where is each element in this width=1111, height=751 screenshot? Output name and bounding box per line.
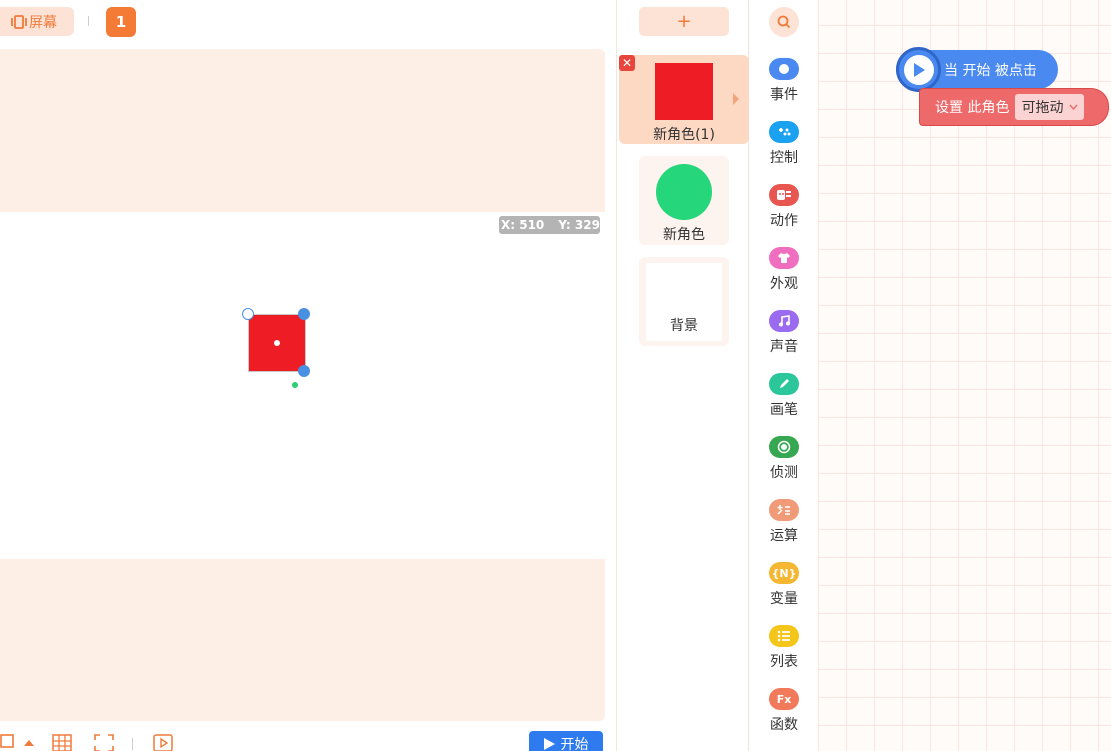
- stage-sprite-red-square[interactable]: [248, 314, 306, 372]
- category-looks[interactable]: 外观: [750, 247, 818, 297]
- category-label: 画笔: [770, 402, 798, 418]
- fullscreen-icon[interactable]: [94, 734, 114, 751]
- divider: [132, 738, 134, 750]
- category-control[interactable]: 控制: [750, 121, 818, 171]
- stage-topbar: 屏幕 1: [0, 0, 616, 44]
- divider: [88, 16, 89, 26]
- category-motion[interactable]: 动作: [750, 184, 818, 234]
- shrink-stage-icon[interactable]: [0, 734, 14, 748]
- category-label: 侦测: [770, 465, 798, 481]
- screen-icon: [11, 14, 27, 29]
- play-preview-icon[interactable]: [153, 734, 173, 751]
- sprite-card-label: 新角色: [663, 227, 705, 243]
- coord-y: Y: 329: [558, 218, 600, 232]
- category-functions[interactable]: Fx 函数: [750, 688, 818, 738]
- category-label: 运算: [770, 528, 798, 544]
- set-block-label: 设置 此角色: [935, 100, 1010, 116]
- start-label: 开始: [560, 737, 589, 751]
- operators-icon: [769, 499, 799, 521]
- target-icon: [769, 436, 799, 458]
- set-sprite-draggable-block[interactable]: 设置 此角色 可拖动: [919, 88, 1109, 126]
- category-label: 外观: [770, 276, 798, 292]
- sprite-list-panel: + 新角色(1) ✕ 新角色 背景: [616, 0, 749, 751]
- category-pen[interactable]: 画笔: [750, 373, 818, 423]
- robot-icon: [769, 184, 799, 206]
- play-icon: [543, 738, 555, 750]
- sprite-options-handle[interactable]: [242, 308, 254, 320]
- delete-sprite-icon[interactable]: ✕: [619, 55, 635, 71]
- search-button[interactable]: [769, 7, 799, 37]
- dropdown-value: 可拖动: [1021, 100, 1064, 116]
- when-start-clicked-block[interactable]: 当 开始 被点击: [896, 47, 1058, 92]
- page-number-badge[interactable]: 1: [106, 7, 136, 37]
- category-label: 动作: [770, 213, 798, 229]
- sprite-anchor-dot[interactable]: [292, 382, 298, 388]
- variable-icon: {N}: [769, 562, 799, 584]
- sprite-rotate-handle[interactable]: [298, 308, 310, 320]
- category-variables[interactable]: {N} 变量: [750, 562, 818, 612]
- category-label: 声音: [770, 339, 798, 355]
- category-label: 变量: [770, 591, 798, 607]
- category-label: 函数: [770, 717, 798, 733]
- screen-button[interactable]: 屏幕: [0, 7, 74, 36]
- grid-icon[interactable]: [52, 734, 72, 751]
- category-label: 控制: [770, 150, 798, 166]
- sprite-card-2[interactable]: 新角色: [639, 156, 729, 245]
- gamepad-icon: [769, 121, 799, 143]
- category-lists[interactable]: 列表: [750, 625, 818, 675]
- backdrop-thumb: 背景: [646, 263, 722, 341]
- event-block-label: 当 开始 被点击: [944, 62, 1037, 79]
- start-button[interactable]: 开始: [529, 731, 603, 751]
- category-label: 列表: [770, 654, 798, 670]
- block-category-column: 事件 控制 动作 外观 声音 画笔 侦测 运算 {N} 变量 列表 Fx 函数: [750, 0, 818, 751]
- sprite-thumb-green-circle: [656, 164, 712, 220]
- chevron-down-icon: [1069, 104, 1078, 110]
- backdrop-card[interactable]: 背景: [639, 257, 729, 346]
- category-sound[interactable]: 声音: [750, 310, 818, 360]
- category-operators[interactable]: 运算: [750, 499, 818, 549]
- stage-canvas[interactable]: X: 510 Y: 329: [0, 212, 605, 559]
- sprite-card-1[interactable]: 新角色(1): [619, 55, 749, 144]
- sprite-thumb-red-square: [655, 63, 713, 120]
- sprite-resize-handle[interactable]: [298, 365, 310, 377]
- chevron-right-icon[interactable]: [733, 93, 739, 105]
- play-icon: [896, 47, 941, 92]
- caret-up-icon[interactable]: [24, 740, 34, 746]
- coordinate-readout: X: 510 Y: 329: [499, 216, 600, 234]
- shirt-icon: [769, 247, 799, 269]
- backdrop-label: 背景: [670, 318, 698, 334]
- circle-icon: [769, 58, 799, 80]
- stage-bottombar: [0, 724, 616, 751]
- category-events[interactable]: 事件: [750, 58, 818, 108]
- list-icon: [769, 625, 799, 647]
- add-sprite-button[interactable]: +: [639, 7, 729, 36]
- stage-panel: X: 510 Y: 329: [0, 49, 605, 721]
- category-sensing[interactable]: 侦测: [750, 436, 818, 486]
- coord-x: X: 510: [501, 218, 545, 232]
- music-note-icon: [769, 310, 799, 332]
- pen-icon: [769, 373, 799, 395]
- category-label: 事件: [770, 87, 798, 103]
- sprite-pivot-point: [274, 340, 280, 346]
- draggable-dropdown[interactable]: 可拖动: [1015, 94, 1085, 120]
- sprite-card-label: 新角色(1): [653, 127, 715, 143]
- search-icon: [777, 15, 791, 29]
- code-workspace[interactable]: 当 开始 被点击 设置 此角色 可拖动: [818, 0, 1111, 751]
- screen-label: 屏幕: [29, 14, 57, 31]
- function-icon: Fx: [769, 688, 799, 710]
